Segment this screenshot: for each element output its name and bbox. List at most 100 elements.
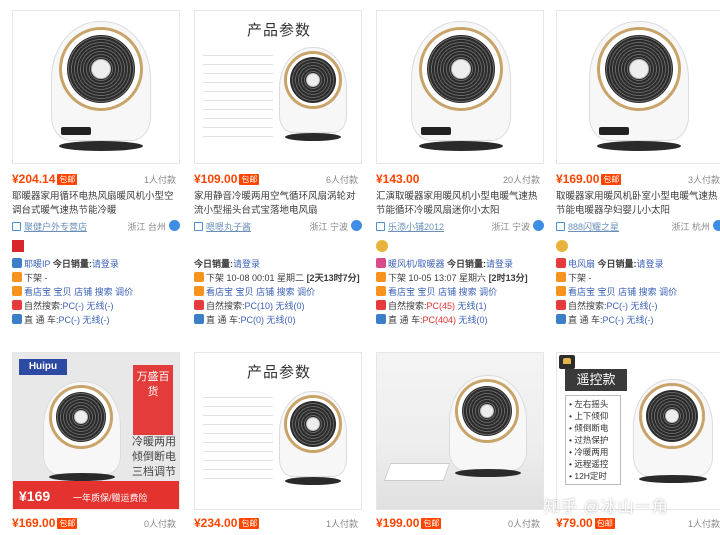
search-tool-link[interactable]: 搜索 — [95, 287, 113, 297]
wireless-rank-link[interactable]: 无线(-) — [631, 301, 658, 311]
ztc-pc-link[interactable]: PC(404) — [423, 315, 457, 325]
product-image[interactable] — [376, 10, 544, 164]
wangwang-icon[interactable] — [351, 220, 362, 231]
clock-icon — [376, 272, 386, 282]
price-tool-link[interactable]: 调价 — [297, 287, 315, 297]
pc-rank-link[interactable]: PC(10) — [245, 301, 274, 311]
category-sales-line: 电风扇 今日销量:请登录 — [556, 258, 720, 271]
pc-rank-link[interactable]: PC(-) — [63, 301, 85, 311]
fan-heater-image — [579, 17, 699, 157]
product-card-4[interactable]: ¥169.00 包邮 3人付款 取暖器家用暖风机卧室小型电暖气速热节能电暖器孕妇婴… — [556, 10, 720, 330]
price: ¥169.00 包邮 — [556, 172, 622, 186]
product-image[interactable]: 产品参数 — [194, 10, 362, 164]
item-link[interactable]: 宝贝 — [54, 287, 72, 297]
free-shipping-badge: 包邮 — [594, 518, 615, 529]
search-tool-link[interactable]: 搜索 — [459, 287, 477, 297]
item-link[interactable]: 宝贝 — [598, 287, 616, 297]
product-card-1[interactable]: ¥204.14 包邮 1人付款 耶暖器家用循环电热风扇暖风机小型空调台式暖气速热节… — [12, 10, 180, 330]
delist-line: 下架 - — [12, 272, 180, 285]
shop-link[interactable]: 聚健户外专营店 — [24, 220, 87, 233]
brand-logo: Huipu — [19, 359, 67, 375]
search-tool-link[interactable]: 搜索 — [277, 287, 295, 297]
product-image[interactable]: Huipu 万盛百货 冷暖两用 倾倒断电 三档调节 ¥169 一年质保/赠运费险 — [12, 352, 180, 510]
kandianbao-link[interactable]: 看店宝 — [206, 287, 233, 297]
location: 浙江 台州 — [127, 222, 166, 232]
product-image[interactable] — [12, 10, 180, 164]
feature-item: • 12H定时 — [569, 471, 607, 481]
ztc-wireless-link[interactable]: 无线(0) — [459, 315, 488, 325]
ztc-wireless-link[interactable]: 无线(-) — [627, 315, 654, 325]
shop-tool-link[interactable]: 店铺 — [256, 287, 274, 297]
price-tool-link[interactable]: 调价 — [479, 287, 497, 297]
price-row: ¥169.00 包邮 3人付款 — [556, 172, 720, 186]
product-image[interactable]: 遥控款 • 左右摇头 • 上下倾仰 • 倾倒断电 • 过热保护 • 冷暖两用 •… — [556, 352, 720, 510]
shop-tool-link[interactable]: 店铺 — [438, 287, 456, 297]
location: 浙江 宁波 — [309, 222, 348, 232]
ztc-line: 直 通 车:PC(0) 无线(0) — [194, 314, 362, 327]
kandianbao-link[interactable]: 看店宝 — [568, 287, 595, 297]
product-title[interactable]: 取暖器家用暖风机卧室小型电暖气速热节能电暖器孕妇婴儿小太阳 — [556, 190, 720, 218]
natural-search-line: 自然搜索:PC(10) 无线(0) — [194, 300, 362, 313]
price: ¥143.00 — [376, 172, 420, 186]
search-tool-link[interactable]: 搜索 — [639, 287, 657, 297]
wireless-rank-link[interactable]: 无线(-) — [87, 301, 114, 311]
product-card-3[interactable]: ¥143.00 20人付款 汇演取暖器家用暖风机小型电暖气速热节能循环冷暖风扇迷… — [376, 10, 544, 330]
product-card-2[interactable]: 产品参数 ¥109.00 包邮 6人付款 家用静音冷暖两用空气循环风扇涡轮对流小型… — [194, 10, 362, 330]
free-shipping-badge: 包邮 — [57, 518, 78, 529]
wireless-rank-link[interactable]: 无线(1) — [458, 301, 487, 311]
product-title[interactable]: 汇演取暖器家用暖风机小型电暖气速热节能循环冷暖风扇迷你小太阳 — [376, 190, 544, 218]
shop-tool-link[interactable]: 店铺 — [618, 287, 636, 297]
wangwang-icon[interactable] — [713, 220, 720, 231]
price-row: ¥143.00 20人付款 — [376, 172, 544, 186]
item-link[interactable]: 宝贝 — [418, 287, 436, 297]
pc-rank-link[interactable]: PC(45) — [427, 301, 456, 311]
kandianbao-link[interactable]: 看店宝 — [388, 287, 415, 297]
login-link[interactable]: 请登录 — [486, 259, 513, 269]
category-icon — [376, 258, 386, 268]
ztc-wireless-link[interactable]: 无线(-) — [83, 315, 110, 325]
product-card-6[interactable]: 产品参数 ¥234.00 包邮 1人付款 — [194, 352, 362, 534]
search-icon — [556, 300, 566, 310]
ztc-pc-link[interactable]: PC(0) — [241, 315, 265, 325]
pc-rank-link[interactable]: PC(-) — [607, 301, 629, 311]
ztc-pc-link[interactable]: PC(-) — [603, 315, 625, 325]
product-image[interactable]: 产品参数 — [194, 352, 362, 510]
shop-link[interactable]: 乐添小铺2012 — [388, 220, 444, 233]
ztc-icon — [556, 314, 566, 324]
wangwang-icon[interactable] — [169, 220, 180, 231]
product-image[interactable] — [376, 352, 544, 510]
image-heading: 产品参数 — [246, 22, 311, 39]
paid-count: 6人付款 — [325, 175, 358, 185]
category-link[interactable]: 电风扇 — [568, 259, 595, 269]
login-link[interactable]: 请登录 — [637, 259, 664, 269]
product-image[interactable] — [556, 10, 720, 164]
category-link[interactable]: 暖风机/取暖器 — [388, 259, 445, 269]
wireless-rank-link[interactable]: 无线(0) — [276, 301, 305, 311]
remote-tag: 遥控款 — [565, 369, 627, 391]
item-link[interactable]: 宝贝 — [236, 287, 254, 297]
login-link[interactable]: 请登录 — [233, 259, 260, 269]
search-icon — [194, 300, 204, 310]
ztc-wireless-link[interactable]: 无线(0) — [267, 315, 296, 325]
wangwang-icon[interactable] — [533, 220, 544, 231]
price: ¥199.00 包邮 — [376, 516, 442, 530]
category-link[interactable]: 耶暖IP — [24, 259, 50, 269]
fan-heater-image — [273, 45, 353, 145]
product-title[interactable]: 家用静音冷暖两用空气循环风扇涡轮对流小型摇头台式宝落地电风扇 — [194, 190, 362, 218]
ztc-pc-link[interactable]: PC(-) — [59, 315, 81, 325]
free-shipping-badge: 包邮 — [601, 174, 622, 185]
price-tool-link[interactable]: 调价 — [115, 287, 133, 297]
kandianbao-link[interactable]: 看店宝 — [24, 287, 51, 297]
shop-link[interactable]: 888闪耀之星 — [568, 220, 619, 233]
product-card-7[interactable]: ¥199.00 包邮 0人付款 — [376, 352, 544, 534]
feature-item: • 上下倾仰 — [569, 411, 609, 421]
login-link[interactable]: 请登录 — [92, 259, 119, 269]
shop-tool-link[interactable]: 店铺 — [74, 287, 92, 297]
price-tool-link[interactable]: 调价 — [659, 287, 677, 297]
gold-medal-icon — [556, 240, 568, 252]
book-decoration — [383, 463, 451, 481]
product-card-5[interactable]: Huipu 万盛百货 冷暖两用 倾倒断电 三档调节 ¥169 一年质保/赠运费险… — [12, 352, 180, 534]
price: ¥79.00 包邮 — [556, 516, 615, 530]
shop-link[interactable]: 嗯嗯丸子酱 — [206, 220, 251, 233]
product-title[interactable]: 耶暖器家用循环电热风扇暖风机小型空调台式暖气速热节能冷暖 — [12, 190, 180, 218]
